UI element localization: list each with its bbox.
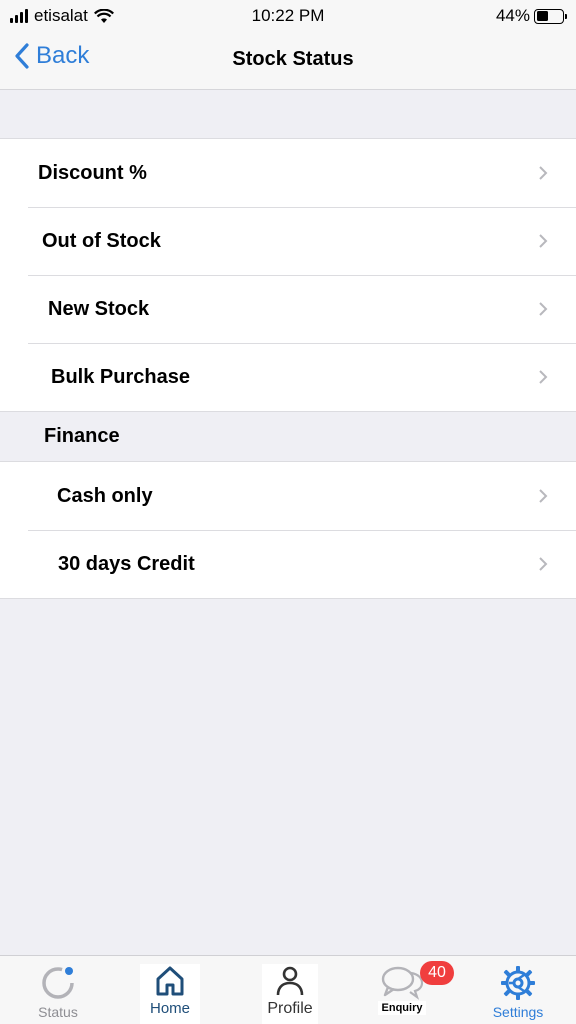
- battery-level: [536, 11, 548, 21]
- finance-options-group: Cash only 30 days Credit: [0, 461, 576, 599]
- tab-settings[interactable]: Settings: [486, 964, 550, 1024]
- tab-label: Enquiry: [377, 1001, 427, 1015]
- chevron-right-icon: [539, 370, 548, 384]
- list-item-cash-only[interactable]: Cash only: [0, 462, 576, 530]
- tab-bar: Status Home Profile Enquiry 40 Settings: [0, 955, 576, 1024]
- tab-label: Status: [38, 1004, 78, 1020]
- stock-options-group: Discount % Out of Stock New Stock Bulk P…: [0, 138, 576, 412]
- settings-gear-icon: [501, 966, 535, 1000]
- list-item-label: New Stock: [48, 297, 150, 320]
- list-item-out-of-stock[interactable]: Out of Stock: [0, 207, 576, 275]
- chevron-right-icon: [539, 489, 548, 503]
- navigation-bar: Back Stock Status: [0, 30, 576, 90]
- list-item-label: Out of Stock: [42, 229, 161, 252]
- tab-label: Home: [149, 1000, 190, 1017]
- list-item-label: Discount %: [38, 161, 147, 184]
- page-title: Stock Status: [232, 48, 354, 70]
- status-ring-icon: [42, 967, 74, 999]
- status-time: 10:22 PM: [251, 6, 325, 25]
- chevron-right-icon: [539, 557, 548, 571]
- list-item-label: Cash only: [57, 484, 153, 507]
- tab-home[interactable]: Home: [140, 964, 200, 1024]
- list-item-discount[interactable]: Discount %: [0, 139, 576, 207]
- battery-icon: [534, 8, 567, 24]
- chevron-right-icon: [539, 234, 548, 248]
- tab-profile[interactable]: Profile: [262, 964, 318, 1024]
- section-header-finance: Finance: [44, 425, 120, 447]
- list-item-bulk-purchase[interactable]: Bulk Purchase: [0, 343, 576, 411]
- chevron-right-icon: [539, 166, 548, 180]
- home-icon: [156, 966, 184, 996]
- person-icon: [276, 966, 304, 996]
- tab-label: Profile: [267, 1000, 313, 1017]
- list-item-label: 30 days Credit: [58, 552, 195, 575]
- status-right: 44%: [495, 6, 567, 26]
- tab-status[interactable]: Status: [30, 964, 86, 1024]
- list-item-new-stock[interactable]: New Stock: [0, 275, 576, 343]
- list-item-label: Bulk Purchase: [51, 365, 190, 388]
- tab-label: Settings: [492, 1004, 544, 1020]
- battery-percent: 44%: [495, 6, 530, 25]
- list-item-30-days-credit[interactable]: 30 days Credit: [0, 530, 576, 598]
- status-bar: etisalat 10:22 PM 44%: [0, 0, 576, 30]
- chevron-right-icon: [539, 302, 548, 316]
- enquiry-count-badge: 40: [420, 961, 454, 985]
- chat-bubbles-icon: [381, 966, 424, 1000]
